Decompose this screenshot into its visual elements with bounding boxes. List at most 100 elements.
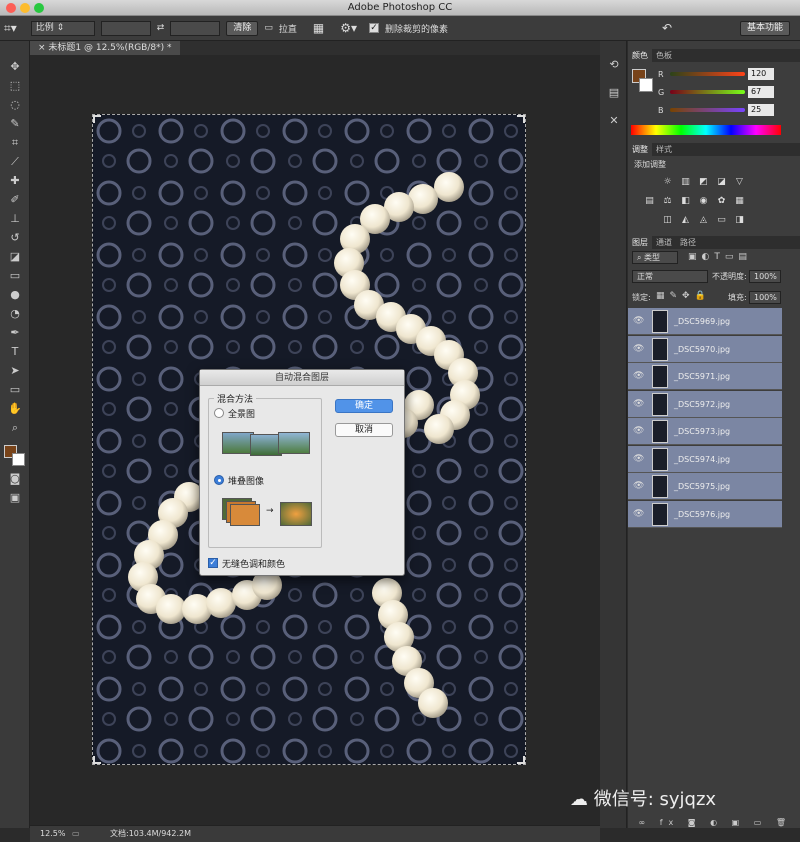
g-value[interactable]: 67 <box>748 86 774 98</box>
layer-row[interactable]: 👁 _DSC5973.jpg <box>628 418 782 445</box>
layer-row[interactable]: 👁 _DSC5976.jpg <box>628 500 782 528</box>
tab-styles[interactable]: 样式 <box>652 143 676 156</box>
ok-button[interactable]: 确定 <box>335 399 393 413</box>
channel-mixer-icon[interactable]: ✿ <box>716 196 727 206</box>
photo-filter-icon[interactable]: ◉ <box>698 196 709 206</box>
tab-channels[interactable]: 通道 <box>652 236 676 249</box>
background-color-swatch[interactable] <box>12 453 25 466</box>
stamp-tool-icon[interactable]: ⊥ <box>5 211 25 227</box>
crop-handle-bl[interactable] <box>93 756 101 764</box>
crop-handle-tl[interactable] <box>93 115 101 123</box>
eye-icon[interactable]: 👁 <box>633 336 644 363</box>
tools-preset-icon[interactable]: ✕ <box>604 113 624 129</box>
layers-footer-icons[interactable]: ∞ fx ◙ ◐ ▣ ▭ 🗑 <box>628 818 800 828</box>
curves-icon[interactable]: ◩ <box>698 177 709 187</box>
hand-tool-icon[interactable]: ✋ <box>5 401 25 417</box>
quick-mask-icon[interactable]: ◙ <box>5 471 25 487</box>
zoom-tool-icon[interactable]: ⌕ <box>5 420 25 436</box>
ratio-select[interactable]: 比例 ⇕ <box>30 20 95 36</box>
brightness-icon[interactable]: ☼ <box>662 177 673 187</box>
crop-tool-icon[interactable]: ⌗ <box>5 135 25 151</box>
tab-swatches[interactable]: 色板 <box>652 49 676 62</box>
zoom-window-button[interactable] <box>34 3 44 13</box>
blur-tool-icon[interactable]: ● <box>5 287 25 303</box>
layer-row[interactable]: 👁 _DSC5972.jpg <box>628 390 782 418</box>
eye-icon[interactable]: 👁 <box>633 308 644 335</box>
properties-panel-icon[interactable]: ▤ <box>604 85 624 101</box>
minimize-window-button[interactable] <box>20 3 30 13</box>
quick-select-tool-icon[interactable]: ✎ <box>5 116 25 132</box>
black-white-icon[interactable]: ◧ <box>680 196 691 206</box>
workspace-button[interactable]: 基本功能 <box>740 20 791 36</box>
levels-icon[interactable]: ▥ <box>680 177 691 187</box>
seamless-tones-checkbox[interactable]: ✓ <box>208 558 218 568</box>
layer-row[interactable]: 👁 _DSC5974.jpg <box>628 445 782 473</box>
fill-input[interactable]: 100% <box>749 291 781 304</box>
eye-icon[interactable]: 👁 <box>633 363 644 390</box>
layer-row[interactable]: 👁 _DSC5975.jpg <box>628 473 782 500</box>
eye-icon[interactable]: 👁 <box>633 501 644 528</box>
path-select-icon[interactable]: ➤ <box>5 363 25 379</box>
brush-tool-icon[interactable]: ✐ <box>5 192 25 208</box>
g-slider[interactable] <box>670 90 745 94</box>
undo-icon[interactable]: ↶ <box>662 21 672 35</box>
straighten-icon[interactable]: ▭ <box>264 23 273 33</box>
move-tool-icon[interactable]: ✥ <box>5 59 25 75</box>
posterize-icon[interactable]: ◭ <box>680 215 691 225</box>
crop-handle-br[interactable] <box>517 756 525 764</box>
grid-overlay-icon[interactable]: ▦ <box>313 21 324 35</box>
close-window-button[interactable] <box>6 3 16 13</box>
crop-handle-tr[interactable] <box>517 115 525 123</box>
opacity-input[interactable]: 100% <box>749 270 781 283</box>
layer-row[interactable]: 👁 _DSC5969.jpg <box>628 308 782 335</box>
healing-tool-icon[interactable]: ✚ <box>5 173 25 189</box>
marquee-tool-icon[interactable]: ⬚ <box>5 78 25 94</box>
width-input[interactable] <box>100 20 151 36</box>
b-slider[interactable] <box>670 108 745 112</box>
history-brush-icon[interactable]: ↺ <box>5 230 25 246</box>
threshold-icon[interactable]: ◬ <box>698 215 709 225</box>
gradient-map-icon[interactable]: ▭ <box>716 215 727 225</box>
b-value[interactable]: 25 <box>748 104 774 116</box>
r-value[interactable]: 120 <box>748 68 774 80</box>
eye-icon[interactable]: 👁 <box>633 473 644 500</box>
cancel-button[interactable]: 取消 <box>335 423 393 437</box>
dodge-tool-icon[interactable]: ◔ <box>5 306 25 322</box>
layer-filter-select[interactable]: ⌕ 类型 <box>632 251 678 264</box>
layer-row[interactable]: 👁 _DSC5971.jpg <box>628 363 782 390</box>
layer-row[interactable]: 👁 _DSC5970.jpg <box>628 335 782 363</box>
r-slider[interactable] <box>670 72 745 76</box>
color-lookup-icon[interactable]: ▦ <box>734 196 745 206</box>
crop-tool-icon[interactable]: ⌗▾ <box>4 21 17 36</box>
layer-filter-icons[interactable]: ▣◐T▭▤ <box>688 252 752 262</box>
screen-mode-icon[interactable]: ▣ <box>5 490 25 506</box>
eye-icon[interactable]: 👁 <box>633 446 644 473</box>
invert-icon[interactable]: ◫ <box>662 215 673 225</box>
eye-icon[interactable]: 👁 <box>633 418 644 445</box>
shape-tool-icon[interactable]: ▭ <box>5 382 25 398</box>
height-input[interactable] <box>170 20 221 36</box>
type-tool-icon[interactable]: T <box>5 344 25 360</box>
delete-crop-checkbox[interactable]: ✓ <box>369 23 379 33</box>
document-tab[interactable]: × 未标题1 @ 12.5%(RGB/8*) * <box>30 41 180 55</box>
blend-mode-select[interactable]: 正常 <box>632 270 708 283</box>
tab-paths[interactable]: 路径 <box>676 236 700 249</box>
eyedropper-tool-icon[interactable]: ⟋ <box>5 154 25 170</box>
exposure-icon[interactable]: ◪ <box>716 177 727 187</box>
status-icon[interactable]: ▭ <box>72 826 80 842</box>
gear-icon[interactable]: ⚙▾ <box>340 21 357 35</box>
panorama-radio[interactable] <box>214 408 224 418</box>
lock-icons[interactable]: ▦✎✥🔒 <box>656 291 711 301</box>
vibrance-icon[interactable]: ▽ <box>734 177 745 187</box>
color-panel-background-swatch[interactable] <box>639 78 653 92</box>
lasso-tool-icon[interactable]: ◌ <box>5 97 25 113</box>
gradient-tool-icon[interactable]: ▭ <box>5 268 25 284</box>
color-ramp[interactable] <box>631 125 781 135</box>
selective-color-icon[interactable]: ◨ <box>734 215 745 225</box>
tab-color[interactable]: 颜色 <box>628 49 652 62</box>
tab-layers[interactable]: 图层 <box>628 236 652 249</box>
pen-tool-icon[interactable]: ✒ <box>5 325 25 341</box>
eye-icon[interactable]: 👁 <box>633 391 644 418</box>
tab-adjustments[interactable]: 调整 <box>628 143 652 156</box>
color-balance-icon[interactable]: ⚖ <box>662 196 673 206</box>
